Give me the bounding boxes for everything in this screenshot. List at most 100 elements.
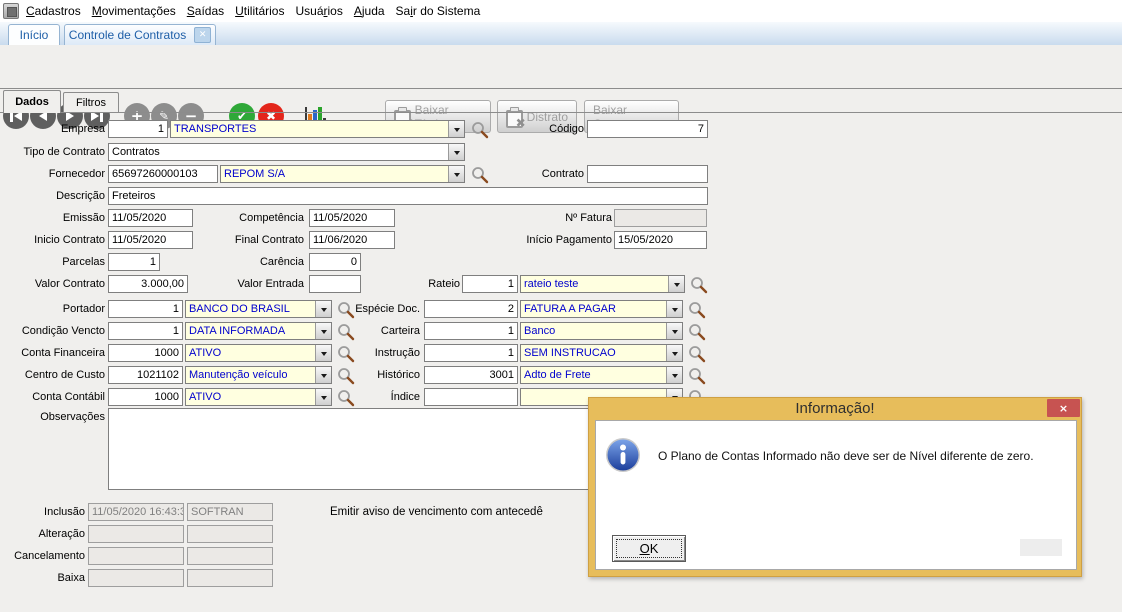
final-contrato-label: Final Contrato (200, 234, 304, 246)
especie-doc-code-field[interactable]: 2 (424, 300, 518, 318)
centro-custo-combo[interactable]: Manutenção veículo (185, 366, 332, 384)
chevron-down-icon[interactable] (666, 323, 682, 339)
contrato-field[interactable] (587, 165, 708, 183)
tipo-contrato-combo[interactable]: Contratos (108, 143, 465, 161)
dialog-message: O Plano de Contas Informado não deve ser… (658, 449, 1058, 463)
alteracao-datetime-field (88, 525, 184, 543)
rateio-lookup-icon[interactable] (690, 276, 708, 294)
carencia-field[interactable]: 0 (309, 253, 361, 271)
carteira-code-field[interactable]: 1 (424, 322, 518, 340)
alteracao-label: Alteração (0, 528, 85, 540)
document-tab-strip: Início Controle de Contratos ✕ (0, 22, 1122, 46)
tab-close-icon[interactable]: ✕ (194, 27, 211, 43)
hidden-button-placeholder (1020, 539, 1062, 556)
rateio-combo[interactable]: rateio teste (520, 275, 685, 293)
inicio-contrato-field[interactable]: 11/05/2020 (108, 231, 193, 249)
especie-doc-combo[interactable]: FATURA A PAGAR (520, 300, 683, 318)
descricao-label: Descrição (0, 190, 105, 202)
final-contrato-field[interactable]: 11/06/2020 (309, 231, 395, 249)
baixa-label: Baixa (0, 572, 85, 584)
cancelamento-datetime-field (88, 547, 184, 565)
rateio-code-field[interactable]: 1 (462, 275, 518, 293)
historico-lookup-icon[interactable] (688, 367, 706, 385)
baixa-datetime-field (88, 569, 184, 587)
menu-item-cadastros[interactable]: Cadastros (26, 4, 81, 18)
indice-code-field[interactable] (424, 388, 518, 406)
valor-entrada-field[interactable] (309, 275, 361, 293)
close-icon: × (1059, 402, 1068, 415)
observacoes-label: Observações (0, 411, 105, 423)
instrucao-code-field[interactable]: 1 (424, 344, 518, 362)
dialog-title: Informação! (589, 398, 1081, 420)
chevron-down-icon[interactable] (448, 166, 464, 182)
parcelas-label: Parcelas (0, 256, 105, 268)
conta-contabil-combo[interactable]: ATIVO (185, 388, 332, 406)
menu-item-sair-do-sistema[interactable]: Sair do Sistema (396, 4, 481, 18)
indice-label: Índice (330, 391, 420, 403)
inicio-pagamento-field[interactable]: 15/05/2020 (614, 231, 707, 249)
info-dialog: Informação! × O Plano de Contas Informad… (588, 397, 1082, 577)
tab-filtros[interactable]: Filtros (63, 92, 119, 112)
dialog-close-button[interactable]: × (1047, 399, 1080, 417)
historico-combo[interactable]: Adto de Frete (520, 366, 683, 384)
parcelas-field[interactable]: 1 (108, 253, 160, 271)
condicao-vencto-combo[interactable]: DATA INFORMADA (185, 322, 332, 340)
fornecedor-combo[interactable]: REPOM S/A (220, 165, 465, 183)
conta-contabil-code-field[interactable]: 1000 (108, 388, 183, 406)
conta-financeira-label: Conta Financeira (0, 347, 105, 359)
chevron-down-icon[interactable] (315, 389, 331, 405)
chevron-down-icon[interactable] (666, 345, 682, 361)
ok-button[interactable]: OK (612, 535, 686, 562)
chevron-down-icon[interactable] (315, 345, 331, 361)
cancelamento-user-field (187, 547, 273, 565)
historico-code-field[interactable]: 3001 (424, 366, 518, 384)
inicio-contrato-label: Inicio Contrato (0, 234, 105, 246)
centro-custo-code-field[interactable]: 1021102 (108, 366, 183, 384)
chevron-down-icon[interactable] (448, 121, 464, 137)
condicao-vencto-code-field[interactable]: 1 (108, 322, 183, 340)
historico-label: Histórico (330, 369, 420, 381)
conta-financeira-code-field[interactable]: 1000 (108, 344, 183, 362)
instrucao-lookup-icon[interactable] (688, 345, 706, 363)
menu-item-usuarios[interactable]: Usuários (295, 4, 342, 18)
chevron-down-icon[interactable] (448, 144, 464, 160)
portador-combo[interactable]: BANCO DO BRASIL (185, 300, 332, 318)
carteira-combo[interactable]: Banco (520, 322, 683, 340)
conta-contabil-label: Conta Contábil (0, 391, 105, 403)
fornecedor-code-field[interactable]: 65697260000103 (108, 165, 218, 183)
aviso-vencimento-label: Emitir aviso de vencimento com antecedê (330, 506, 595, 518)
menu-item-movimentacoes[interactable]: Movimentações (92, 4, 176, 18)
especie-doc-lookup-icon[interactable] (688, 301, 706, 319)
codigo-field[interactable]: 7 (587, 120, 708, 138)
valor-contrato-field[interactable]: 3.000,00 (108, 275, 188, 293)
tab-dados[interactable]: Dados (3, 90, 61, 113)
menu-item-saidas[interactable]: Saídas (187, 4, 224, 18)
competencia-field[interactable]: 11/05/2020 (309, 209, 395, 227)
menu-bar: Cadastros Movimentações Saídas Utilitári… (0, 0, 1122, 23)
chevron-down-icon[interactable] (315, 301, 331, 317)
fornecedor-lookup-icon[interactable] (471, 166, 489, 184)
menu-item-utilitarios[interactable]: Utilitários (235, 4, 284, 18)
centro-custo-label: Centro de Custo (0, 369, 105, 381)
emissao-field[interactable]: 11/05/2020 (108, 209, 193, 227)
chevron-down-icon[interactable] (668, 276, 684, 292)
contrato-label: Contrato (520, 168, 584, 180)
tab-controle-de-contratos[interactable]: Controle de Contratos ✕ (64, 24, 216, 45)
chevron-down-icon[interactable] (315, 323, 331, 339)
portador-code-field[interactable]: 1 (108, 300, 183, 318)
empresa-combo[interactable]: TRANSPORTES (170, 120, 465, 138)
empresa-lookup-icon[interactable] (471, 121, 489, 139)
tab-inicio[interactable]: Início (8, 24, 60, 45)
instrucao-combo[interactable]: SEM INSTRUCAO (520, 344, 683, 362)
descricao-field[interactable]: Freteiros (108, 187, 708, 205)
inclusao-user-field: SOFTRAN (187, 503, 273, 521)
alteracao-user-field (187, 525, 273, 543)
chevron-down-icon[interactable] (666, 301, 682, 317)
empresa-code-field[interactable]: 1 (108, 120, 168, 138)
menu-item-ajuda[interactable]: Ajuda (354, 4, 385, 18)
n-fatura-label: Nº Fatura (520, 212, 612, 224)
carteira-lookup-icon[interactable] (688, 323, 706, 341)
chevron-down-icon[interactable] (315, 367, 331, 383)
conta-financeira-combo[interactable]: ATIVO (185, 344, 332, 362)
chevron-down-icon[interactable] (666, 367, 682, 383)
